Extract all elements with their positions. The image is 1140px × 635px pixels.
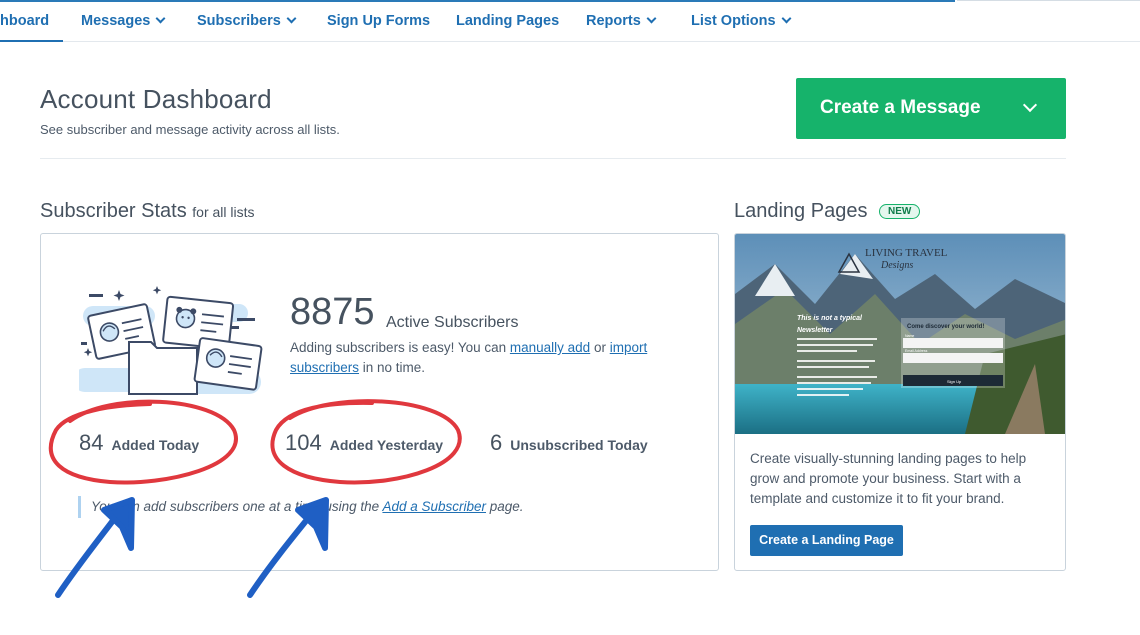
landing-pages-card: LIVING TRAVEL Designs This is not a typi… xyxy=(734,233,1066,571)
nav-tab-dashboard[interactable]: hboard xyxy=(0,2,63,42)
nav-tab-sign-up-forms-label: Sign Up Forms xyxy=(327,13,431,29)
subscribers-illustration-icon xyxy=(79,286,263,395)
nav-tab-list-options[interactable]: List Options xyxy=(691,2,792,42)
new-badge: NEW xyxy=(879,204,921,219)
preview-brand-line1: LIVING TRAVEL xyxy=(865,247,948,259)
nav-top-border-right xyxy=(957,0,1140,1)
stat-value: 84 xyxy=(79,430,104,455)
active-subscribers-count: 8875 xyxy=(290,291,375,333)
preview-form-email: Email Address xyxy=(905,349,928,353)
subscriber-stats-title: Subscriber Stats xyxy=(40,200,187,222)
stat-value: 6 xyxy=(490,430,503,455)
chevron-down-icon xyxy=(781,13,792,24)
stat-value: 104 xyxy=(285,430,322,455)
stat-added-today: 84 Added Today xyxy=(79,430,199,456)
nav-tab-dashboard-label: hboard xyxy=(0,13,50,29)
active-subscribers-label: Active Subscribers xyxy=(386,314,519,331)
nav-tab-sign-up-forms[interactable]: Sign Up Forms xyxy=(327,2,430,42)
main-nav: hboard Messages Subscribers Sign Up Form… xyxy=(0,2,1140,42)
subscriber-stats-card: 8875 Active Subscribers Adding subscribe… xyxy=(40,233,719,571)
create-message-label: Create a Message xyxy=(820,97,981,118)
stat-label: Added Today xyxy=(111,437,200,453)
stat-unsubscribed-today: 6 Unsubscribed Today xyxy=(490,430,648,456)
nav-tab-reports-label: Reports xyxy=(586,13,641,29)
preview-form-button: Sign Up xyxy=(947,379,962,384)
header-divider xyxy=(40,158,1066,159)
description-text: or xyxy=(590,340,610,355)
stat-label: Added Yesterday xyxy=(329,437,444,453)
manually-add-link[interactable]: manually add xyxy=(510,340,590,355)
description-text: in no time. xyxy=(359,360,426,375)
create-message-button[interactable]: Create a Message xyxy=(796,78,1066,139)
landing-pages-description: Create visually-stunning landing pages t… xyxy=(750,451,1027,506)
add-subscriber-link[interactable]: Add a Subscriber xyxy=(382,499,486,514)
preview-form-name: Name xyxy=(905,334,914,338)
chevron-down-icon xyxy=(155,13,166,24)
create-landing-page-button[interactable]: Create a Landing Page xyxy=(750,525,903,556)
nav-tab-subscribers[interactable]: Subscribers xyxy=(197,2,297,42)
preview-headline-1: This is not a typical xyxy=(797,315,863,322)
nav-tab-landing-pages-label: Landing Pages xyxy=(456,13,560,29)
landing-page-preview-image: LIVING TRAVEL Designs This is not a typi… xyxy=(735,234,1065,434)
note-text: page. xyxy=(486,499,524,514)
stat-label: Unsubscribed Today xyxy=(510,437,648,453)
nav-tab-list-options-label: List Options xyxy=(691,13,776,29)
nav-tab-subscribers-label: Subscribers xyxy=(197,13,281,29)
subscribers-description: Adding subscribers is easy! You can manu… xyxy=(290,338,670,378)
nav-tab-messages-label: Messages xyxy=(81,13,151,29)
stat-added-yesterday: 104 Added Yesterday xyxy=(285,430,443,456)
subscriber-stats-heading: Subscriber Stats for all lists xyxy=(40,200,255,223)
preview-headline-2: Newsletter xyxy=(797,327,834,334)
page-title: Account Dashboard xyxy=(40,84,272,114)
chevron-down-icon xyxy=(286,13,297,24)
page-subtitle: See subscriber and message activity acro… xyxy=(40,122,340,137)
subscriber-stats-title-suffix: for all lists xyxy=(192,204,255,220)
chevron-down-icon xyxy=(646,13,657,24)
preview-brand-line2: Designs xyxy=(880,260,913,271)
add-subscriber-note: You can add subscribers one at a time us… xyxy=(78,496,524,518)
nav-tab-messages[interactable]: Messages xyxy=(81,2,166,42)
chevron-down-icon[interactable] xyxy=(1022,97,1038,113)
landing-pages-title: Landing Pages xyxy=(734,200,868,222)
preview-form-title: Come discover your world! xyxy=(907,324,984,330)
note-text: You can add subscribers one at a time us… xyxy=(91,499,383,514)
nav-tab-landing-pages[interactable]: Landing Pages xyxy=(456,2,559,42)
landing-pages-heading: Landing Pages NEW xyxy=(734,200,921,223)
nav-tab-reports[interactable]: Reports xyxy=(586,2,657,42)
description-text: Adding subscribers is easy! You can xyxy=(290,340,510,355)
